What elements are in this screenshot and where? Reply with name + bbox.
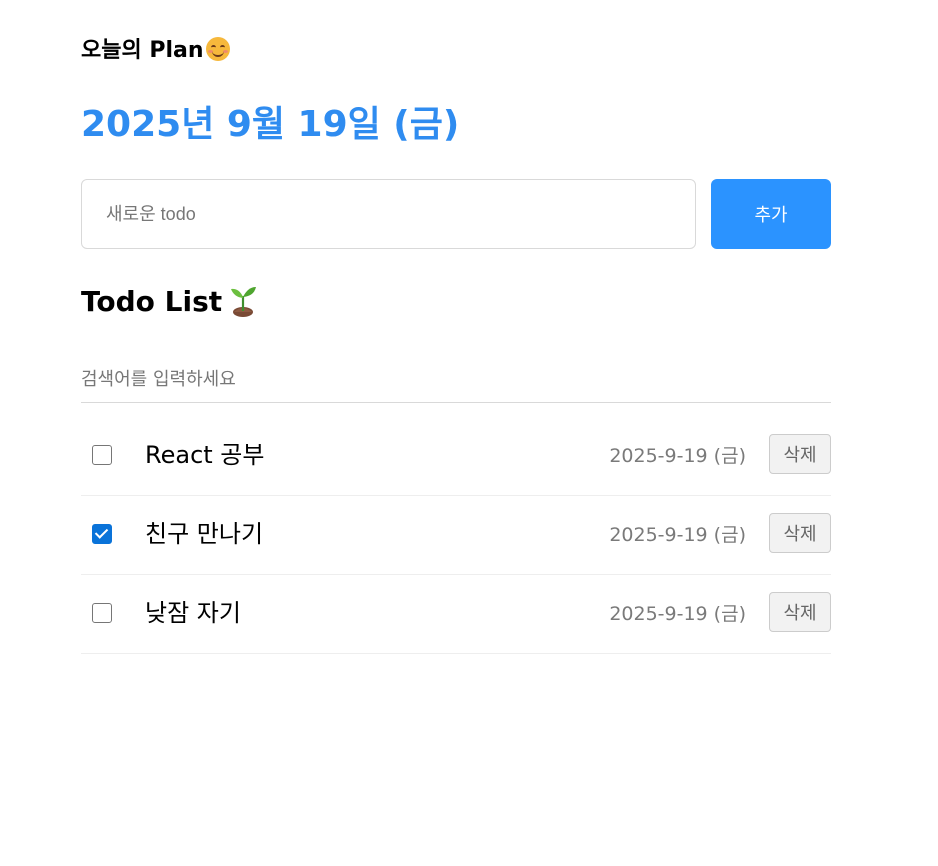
todo-date: 2025-9-19 (금): [609, 603, 746, 625]
header-title: 오늘의 Plan: [81, 36, 230, 66]
todo-text: 친구 만나기: [145, 520, 264, 548]
todo-checkbox[interactable]: [92, 524, 112, 544]
todo-text: React 공부: [145, 441, 265, 469]
search-input[interactable]: [81, 356, 831, 403]
smiling-face-icon: [205, 37, 230, 61]
new-todo-input[interactable]: [81, 179, 696, 249]
todo-item: React 공부 2025-9-19 (금) 삭제: [81, 417, 831, 496]
new-todo-form: 추가: [81, 179, 831, 249]
todo-checkbox[interactable]: [92, 445, 112, 465]
add-button[interactable]: 추가: [711, 179, 831, 249]
todo-list: React 공부 2025-9-19 (금) 삭제 친구 만나기 2025-9-…: [81, 417, 831, 654]
todo-date: 2025-9-19 (금): [609, 524, 746, 546]
todo-text: 낮잠 자기: [145, 599, 241, 627]
delete-button[interactable]: 삭제: [769, 513, 831, 553]
todo-list-title: Todo List: [81, 282, 258, 322]
seedling-icon: [228, 283, 258, 317]
todo-item: 낮잠 자기 2025-9-19 (금) 삭제: [81, 575, 831, 654]
delete-button[interactable]: 삭제: [769, 434, 831, 474]
todo-date: 2025-9-19 (금): [609, 445, 746, 467]
todo-checkbox[interactable]: [92, 603, 112, 623]
todo-list-title-text: Todo List: [81, 285, 223, 318]
today-date: 2025년 9월 19일 (금): [81, 104, 460, 145]
todo-item: 친구 만나기 2025-9-19 (금) 삭제: [81, 496, 831, 575]
delete-button[interactable]: 삭제: [769, 592, 831, 632]
header-title-text: 오늘의 Plan: [81, 38, 204, 63]
